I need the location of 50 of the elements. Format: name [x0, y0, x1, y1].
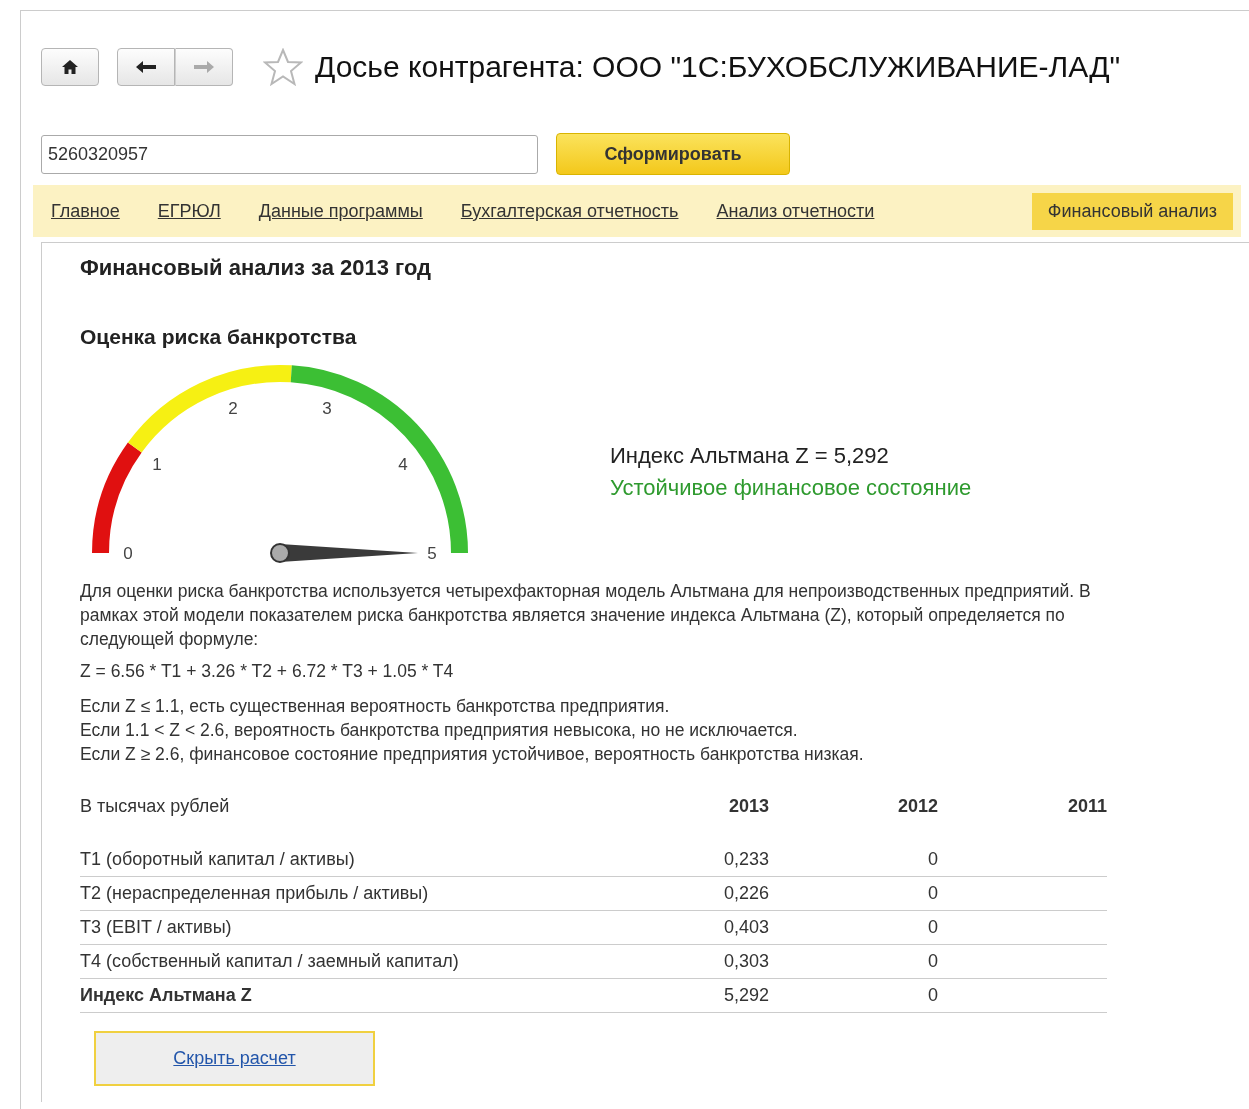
table-cell: 0,233 — [600, 843, 769, 877]
table-cell: 0 — [769, 843, 938, 877]
rule-text: Если 1.1 < Z < 2.6, вероятность банкротства предприятия невысока, но не исключается. — [80, 719, 799, 742]
table-cell: 0 — [769, 910, 938, 945]
rule-text: Если Z ≤ 1.1, есть существенная вероятность банкротства предприятия. — [80, 695, 671, 718]
forward-arrow-icon — [193, 60, 215, 74]
gauge-tick-label: 3 — [322, 399, 332, 419]
tab[interactable]: Анализ отчетности — [699, 194, 892, 228]
window-title: Досье контрагента: ООО "1С:БУХОБСЛУЖИВАНИЕ-ЛАД" — [315, 50, 1121, 84]
column-header: 2013 — [727, 795, 769, 818]
tab[interactable]: ЕГРЮЛ — [140, 194, 238, 228]
tab[interactable]: Данные программы — [241, 194, 440, 228]
table-cell: Т4 (собственный капитал / заемный капитал) — [80, 944, 600, 979]
generate-button[interactable]: Сформировать — [556, 133, 790, 175]
gauge-tick-label: 5 — [427, 544, 437, 563]
table-cell: 0,303 — [600, 944, 769, 979]
hide-calculation-button[interactable]: Скрыть расчет — [94, 1031, 375, 1086]
table-cell: 0 — [769, 876, 938, 911]
status-text: Устойчивое финансовое состояние — [610, 475, 972, 501]
tab[interactable]: Главное — [51, 194, 137, 228]
section-heading: Финансовый анализ за 2013 год — [80, 255, 433, 281]
tab[interactable]: Бухгалтерская отчетность — [443, 194, 696, 228]
table-cell: 0 — [769, 944, 938, 979]
gauge-tick-label: 4 — [398, 454, 408, 474]
table-cell: Индекс Альтмана Z — [80, 978, 600, 1013]
star-icon[interactable] — [263, 48, 303, 86]
back-button[interactable] — [117, 48, 175, 86]
table-cell: 0,226 — [600, 876, 769, 911]
gauge-tick-label: 2 — [228, 399, 238, 419]
table-cell: 0 — [769, 978, 938, 1013]
altman-index-text: Индекс Альтмана Z = 5,292 — [610, 443, 890, 469]
inn-field[interactable]: 5260320957 — [41, 134, 538, 174]
table-cell: Т2 (нераспределенная прибыль / активы) — [80, 876, 600, 911]
column-header: 2012 — [769, 790, 938, 843]
gauge-tick-label: 1 — [152, 454, 162, 474]
formula-text: Z = 6.56 * T1 + 3.26 * T2 + 6.72 * T3 + 1.05 * T4 — [80, 661, 455, 682]
table-cell: Т3 (EBIT / активы) — [80, 910, 600, 945]
back-arrow-icon — [135, 60, 157, 74]
home-button[interactable] — [41, 48, 99, 86]
table-cell: 5,292 — [600, 978, 769, 1013]
rule-text: Если Z ≥ 2.6, финансовое состояние предприятия устойчивое, вероятность банкротства низкая. — [80, 743, 865, 766]
subsection-heading: Оценка риска банкротства — [80, 325, 358, 349]
tab[interactable]: Финансовый анализ — [1031, 192, 1233, 230]
table-cell: Т1 (оборотный капитал / активы) — [80, 843, 600, 877]
column-header: В тысячах рублей — [80, 795, 231, 818]
table-cell: 0,403 — [600, 910, 769, 945]
column-header: 2011 — [938, 790, 1107, 843]
gauge-tick-label: 0 — [123, 544, 133, 563]
description-text: Для оценки риска банкротства используется четырехфакторная модель Альтмана для непроизводственных предприятий. В рамках этой модели показателем риска банкротства является значение индекса Альтмана (Z), который определяется по следующей формуле: — [80, 580, 1092, 651]
home-icon — [61, 59, 79, 75]
